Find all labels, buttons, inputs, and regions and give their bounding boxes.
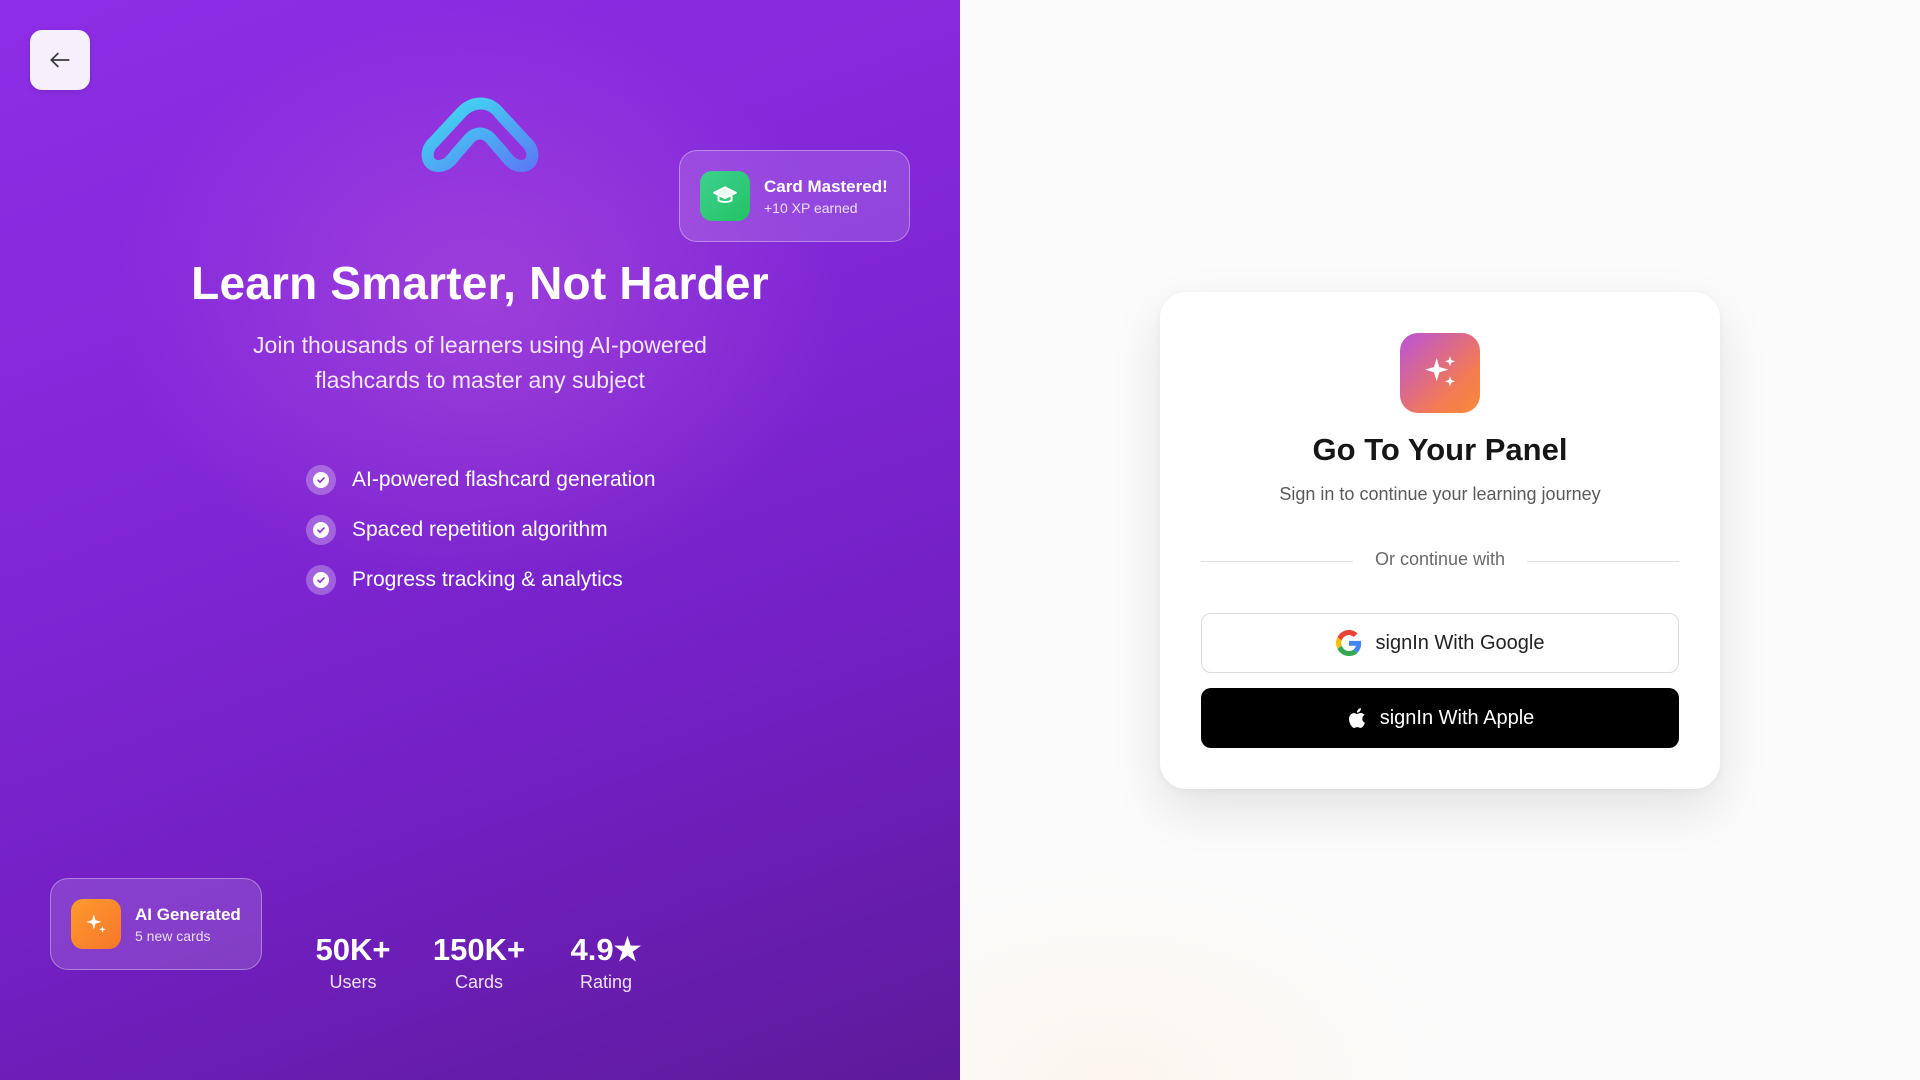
divider-label: Or continue with xyxy=(1374,549,1506,569)
google-icon xyxy=(1335,630,1361,656)
login-subtitle: Sign in to continue your learning journe… xyxy=(1279,484,1601,504)
graduation-cap-icon xyxy=(700,171,750,221)
stat-label: Users xyxy=(329,972,377,992)
check-circle-icon xyxy=(306,565,336,595)
apple-signin-label: signIn With Apple xyxy=(1379,706,1535,729)
stat-cards: 150K+ Cards xyxy=(424,932,534,993)
stat-label: Rating xyxy=(579,972,633,992)
feature-label: AI-powered flashcard generation xyxy=(352,468,656,491)
login-card: Go To Your Panel Sign in to continue you… xyxy=(1160,292,1720,789)
feature-list: AI-powered flashcard generation Spaced r… xyxy=(306,455,656,605)
divider: Or continue with xyxy=(1201,549,1679,573)
google-signin-label: signIn With Google xyxy=(1375,631,1545,654)
ai-generated-subtitle: 5 new cards xyxy=(135,927,211,944)
apple-signin-button[interactable]: signIn With Apple xyxy=(1201,688,1679,748)
stat-rating: 4.9★ Rating xyxy=(551,932,661,993)
feature-item: AI-powered flashcard generation xyxy=(306,455,656,505)
check-circle-icon xyxy=(306,465,336,495)
feature-label: Progress tracking & analytics xyxy=(352,568,623,591)
hero-headline: Learn Smarter, Not Harder xyxy=(191,257,769,309)
hero-subline: Join thousands of learners using AI-powe… xyxy=(253,332,707,393)
sparkles-icon xyxy=(1400,333,1480,413)
ai-generated-title: AI Generated xyxy=(135,904,241,924)
stat-users: 50K+ Users xyxy=(298,932,408,993)
sparkles-icon xyxy=(71,899,121,949)
app-logo xyxy=(421,97,539,172)
check-circle-icon xyxy=(306,515,336,545)
divider-line xyxy=(1527,561,1679,562)
card-mastered-subtitle: +10 XP earned xyxy=(764,199,858,216)
feature-label: Spaced repetition algorithm xyxy=(352,518,608,541)
back-button[interactable] xyxy=(30,30,90,90)
card-mastered-title: Card Mastered! xyxy=(764,176,888,196)
stat-value: 4.9★ xyxy=(570,932,642,967)
ai-generated-badge: AI Generated 5 new cards xyxy=(50,878,262,970)
stat-value: 50K+ xyxy=(315,932,391,967)
feature-item: Progress tracking & analytics xyxy=(306,555,656,605)
feature-item: Spaced repetition algorithm xyxy=(306,505,656,555)
hero-panel: Card Mastered! +10 XP earned Learn Smart… xyxy=(0,0,960,1080)
stat-value: 150K+ xyxy=(432,932,526,967)
card-mastered-badge: Card Mastered! +10 XP earned xyxy=(679,150,910,242)
google-signin-button[interactable]: signIn With Google xyxy=(1201,613,1679,673)
stat-label: Cards xyxy=(454,972,503,992)
login-title: Go To Your Panel xyxy=(1312,432,1568,467)
apple-icon xyxy=(1348,708,1365,728)
arrow-left-icon xyxy=(50,52,70,68)
